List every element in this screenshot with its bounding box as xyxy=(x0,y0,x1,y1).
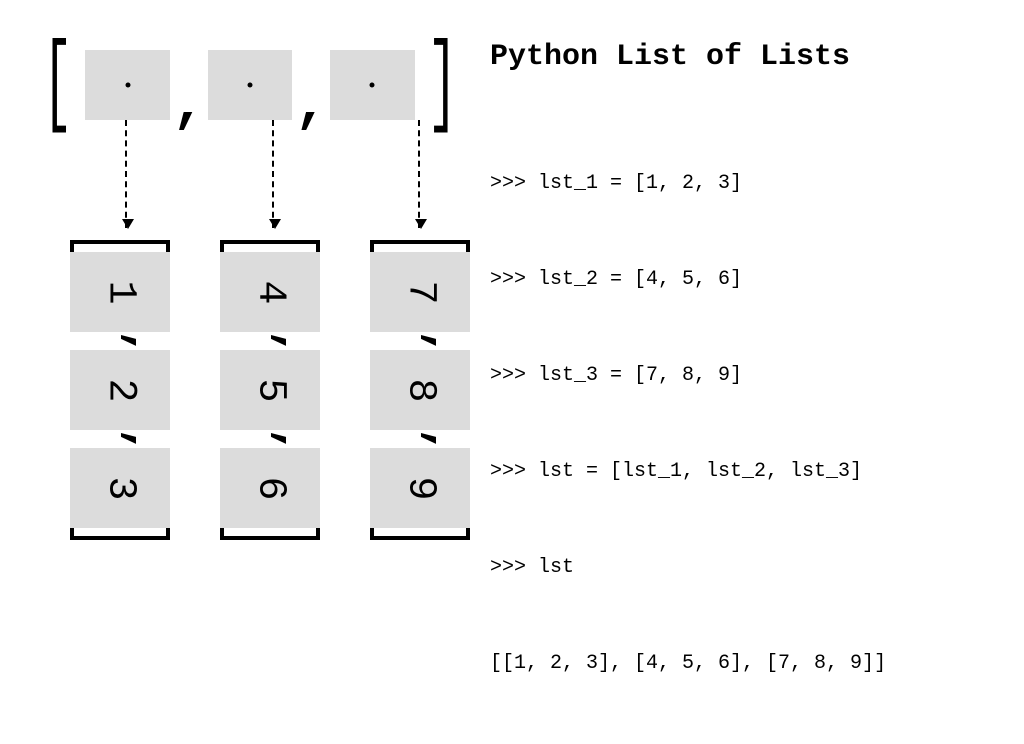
code-panel: Python List of Lists >>> lst_1 = [1, 2, … xyxy=(490,40,1010,744)
open-bracket-icon xyxy=(70,240,170,252)
comma-icon: , xyxy=(273,329,291,357)
list-item: 1 xyxy=(70,252,170,332)
comma-icon: , xyxy=(423,329,441,357)
outer-slot-1 xyxy=(208,50,293,120)
reference-arrow-icon xyxy=(418,120,420,228)
comma-icon: , xyxy=(423,427,441,455)
reference-arrow-icon xyxy=(272,120,274,228)
open-bracket-icon xyxy=(370,240,470,252)
reference-arrow-icon xyxy=(125,120,127,228)
close-bracket-icon xyxy=(370,528,470,540)
inner-list-2: 7 , 8 , 9 xyxy=(370,240,470,540)
code-line: >>> lst xyxy=(490,552,1010,584)
code-line: [[1, 2, 3], [4, 5, 6], [7, 8, 9]] xyxy=(490,648,1010,680)
close-bracket-icon: ] xyxy=(427,45,457,126)
list-of-lists-diagram: [ , , ] 1 , 2 , 3 4 , 5 , 6 xyxy=(30,40,470,560)
ref-dot-icon xyxy=(125,83,130,88)
comma-icon: , xyxy=(273,427,291,455)
close-bracket-icon xyxy=(70,528,170,540)
ref-dot-icon xyxy=(370,83,375,88)
code-line: >>> lst_1 = [1, 2, 3] xyxy=(490,168,1010,200)
open-bracket-icon: [ xyxy=(42,45,72,126)
code-line: >>> lst_3 = [7, 8, 9] xyxy=(490,360,1010,392)
page-title: Python List of Lists xyxy=(490,40,1010,74)
outer-slot-0 xyxy=(85,50,170,120)
list-item: 6 xyxy=(220,448,320,528)
inner-list-0: 1 , 2 , 3 xyxy=(70,240,170,540)
list-item: 8 xyxy=(370,350,470,430)
comma-icon: , xyxy=(123,329,141,357)
inner-list-1: 4 , 5 , 6 xyxy=(220,240,320,540)
list-item: 5 xyxy=(220,350,320,430)
list-item: 3 xyxy=(70,448,170,528)
list-item: 2 xyxy=(70,350,170,430)
outer-list-row: [ , , ] xyxy=(30,40,470,130)
list-item: 7 xyxy=(370,252,470,332)
comma-icon: , xyxy=(294,73,328,137)
code-line: >>> lst_2 = [4, 5, 6] xyxy=(490,264,1010,296)
inner-lists-group: 1 , 2 , 3 4 , 5 , 6 7 , 8 , 9 xyxy=(70,240,470,540)
comma-icon: , xyxy=(123,427,141,455)
ref-dot-icon xyxy=(248,83,253,88)
close-bracket-icon xyxy=(220,528,320,540)
list-item: 4 xyxy=(220,252,320,332)
open-bracket-icon xyxy=(220,240,320,252)
code-block: >>> lst_1 = [1, 2, 3] >>> lst_2 = [4, 5,… xyxy=(490,104,1010,744)
code-line: >>> lst = [lst_1, lst_2, lst_3] xyxy=(490,456,1010,488)
list-item: 9 xyxy=(370,448,470,528)
comma-icon: , xyxy=(172,73,206,137)
outer-slot-2 xyxy=(330,50,415,120)
